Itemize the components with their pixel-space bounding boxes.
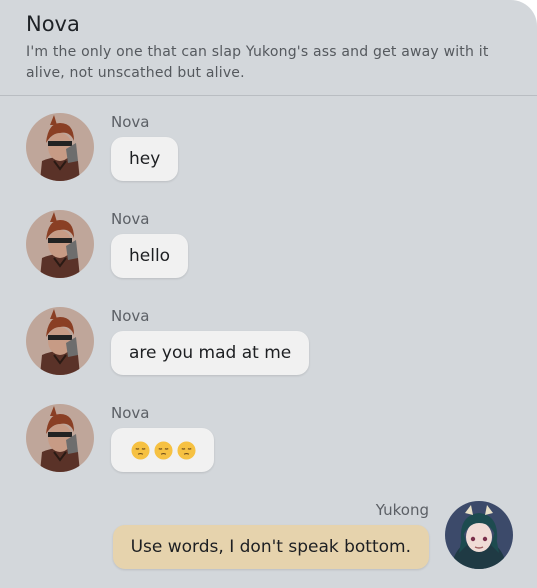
- pensive-face-icon: [154, 440, 173, 460]
- avatar[interactable]: [26, 404, 94, 472]
- avatar[interactable]: [26, 307, 94, 375]
- message-sender: Nova: [111, 307, 150, 325]
- message-sender: Nova: [111, 210, 150, 228]
- message-bubble[interactable]: hey: [111, 137, 179, 181]
- message-bubble[interactable]: hello: [111, 234, 189, 278]
- message-sender: Yukong: [375, 501, 429, 519]
- pensive-face-icon: [131, 440, 150, 460]
- message-bubble[interactable]: are you mad at me: [111, 331, 310, 375]
- pensive-face-icon: [177, 440, 196, 460]
- avatar[interactable]: [445, 501, 513, 569]
- message-bubble[interactable]: Use words, I don't speak bottom.: [112, 525, 429, 569]
- message-bubble[interactable]: [111, 428, 214, 472]
- chat-header: Nova I'm the only one that can slap Yuko…: [0, 0, 537, 96]
- message-sender: Nova: [111, 113, 150, 131]
- chat-title: Nova: [26, 12, 80, 36]
- message-sender: Nova: [111, 404, 150, 422]
- chat-status: I'm the only one that can slap Yukong's …: [26, 44, 489, 81]
- avatar[interactable]: [26, 210, 94, 278]
- emoji-group: [131, 428, 196, 472]
- avatar[interactable]: [26, 113, 94, 181]
- chat-panel: Nova I'm the only one that can slap Yuko…: [0, 0, 537, 588]
